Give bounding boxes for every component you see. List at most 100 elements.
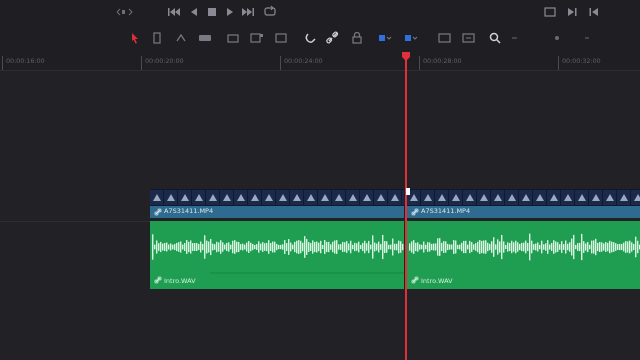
waveform-bar xyxy=(236,241,238,253)
waveform-bar xyxy=(455,240,457,254)
waveform-bar xyxy=(400,241,402,253)
waveform-bar xyxy=(382,234,384,260)
waveform-bar xyxy=(525,240,527,254)
waveform-bar xyxy=(603,243,605,251)
snapping-icon[interactable] xyxy=(302,29,320,47)
jump-to-end-icon[interactable] xyxy=(240,4,256,20)
waveform-bar xyxy=(461,242,463,252)
waveform-bar xyxy=(308,242,310,252)
link-icon xyxy=(154,208,162,216)
waveform-bar xyxy=(437,238,439,256)
zoom-dropdown-icon[interactable] xyxy=(506,29,524,47)
waveform-bar xyxy=(402,243,404,251)
skip-forward-icon[interactable] xyxy=(564,4,580,20)
zoom-custom-icon[interactable] xyxy=(486,29,504,47)
skip-back-icon[interactable] xyxy=(586,4,602,20)
waveform-bar xyxy=(521,242,523,252)
waveform-bar xyxy=(463,240,465,254)
timeline-ruler[interactable]: 00:00:16:00 00:00:20:00 00:00:24:00 00:0… xyxy=(0,52,640,71)
waveform-bar xyxy=(270,242,272,252)
waveform-bar xyxy=(447,243,449,251)
overwrite-clip-icon[interactable] xyxy=(248,29,266,47)
play-icon[interactable] xyxy=(222,4,238,20)
waveform-bar xyxy=(541,240,543,254)
marker-icon[interactable] xyxy=(400,29,418,47)
waveform-bar xyxy=(527,242,529,252)
waveform-bar xyxy=(376,243,378,251)
stop-icon[interactable] xyxy=(204,4,220,20)
audio-clip[interactable]: Intro.WAV xyxy=(407,221,640,289)
waveform-bar xyxy=(274,241,276,253)
waveform-bar xyxy=(471,242,473,252)
timecode-label: 00:00:32:00 xyxy=(562,57,601,65)
waveform-bar xyxy=(244,244,246,250)
waveform-bar xyxy=(242,243,244,251)
thumbnail-strip xyxy=(150,190,404,205)
waveform-bar xyxy=(288,239,290,255)
waveform-bar xyxy=(609,240,611,254)
waveform-bar xyxy=(593,240,595,254)
waveform-bar xyxy=(485,240,487,254)
waveform-bar xyxy=(212,243,214,251)
waveform-bar xyxy=(511,240,513,254)
waveform-bar xyxy=(194,243,196,251)
waveform-bar xyxy=(519,243,521,251)
waveform-bar xyxy=(459,244,461,250)
waveform-bar xyxy=(513,242,515,252)
waveform-bar xyxy=(230,244,232,250)
waveform-bar xyxy=(286,243,288,251)
position-lock-icon[interactable] xyxy=(348,29,366,47)
waveform-bar xyxy=(292,244,294,250)
timecode-label: 00:00:28:00 xyxy=(423,57,462,65)
waveform-bar xyxy=(573,234,575,260)
flag-icon[interactable] xyxy=(374,29,392,47)
waveform-bar xyxy=(186,240,188,254)
blade-tool-icon[interactable] xyxy=(196,29,214,47)
linked-selection-icon[interactable] xyxy=(324,29,342,47)
playhead[interactable] xyxy=(405,56,407,360)
waveform-bar xyxy=(517,242,519,252)
dynamic-trim-icon[interactable] xyxy=(172,29,190,47)
waveform-bar xyxy=(499,241,501,253)
waveform-bar xyxy=(328,241,330,253)
playhead-handle-icon[interactable] xyxy=(401,52,411,62)
viewer-mode-icon[interactable] xyxy=(542,4,558,20)
waveform-bar xyxy=(591,240,593,254)
video-clip[interactable]: A7S31411.MP4 xyxy=(407,189,640,218)
waveform-bar xyxy=(374,242,376,252)
settings-dot-icon[interactable] xyxy=(578,29,596,47)
selection-tool-icon[interactable] xyxy=(126,29,144,47)
waveform-bar xyxy=(206,240,208,254)
prev-clip-icon[interactable] xyxy=(112,4,133,20)
waveform-bar xyxy=(483,240,485,254)
waveform-bar xyxy=(443,241,445,253)
waveform-bar xyxy=(248,241,250,253)
trim-tool-icon[interactable] xyxy=(148,29,166,47)
waveform-bar xyxy=(475,243,477,251)
zoom-full-icon[interactable] xyxy=(436,29,454,47)
audio-clip[interactable]: Intro.WAV xyxy=(150,221,404,289)
waveform-bar xyxy=(449,244,451,250)
waveform-bar xyxy=(635,236,637,258)
play-reverse-icon[interactable] xyxy=(186,4,202,20)
waveform-bar xyxy=(152,234,154,260)
replace-clip-icon[interactable] xyxy=(272,29,290,47)
insert-clip-icon[interactable] xyxy=(224,29,242,47)
waveform-bar xyxy=(489,243,491,251)
waveform-bar xyxy=(629,240,631,254)
waveform-bar xyxy=(220,240,222,254)
waveform-bar xyxy=(202,243,204,251)
waveform-bar xyxy=(477,241,479,253)
jump-to-start-icon[interactable] xyxy=(166,4,182,20)
loop-icon[interactable] xyxy=(262,4,278,20)
waveform-bar xyxy=(617,244,619,250)
zoom-detail-icon[interactable] xyxy=(460,29,478,47)
video-clip[interactable]: A7S31411.MP4 xyxy=(150,189,404,218)
waveform-bar xyxy=(314,241,316,253)
waveform-bar xyxy=(503,241,505,253)
audio-meter-icon[interactable] xyxy=(548,29,566,47)
waveform-bar xyxy=(304,236,306,258)
waveform-bar xyxy=(453,240,455,254)
waveform-bar xyxy=(266,242,268,252)
waveform-bar xyxy=(627,241,629,253)
